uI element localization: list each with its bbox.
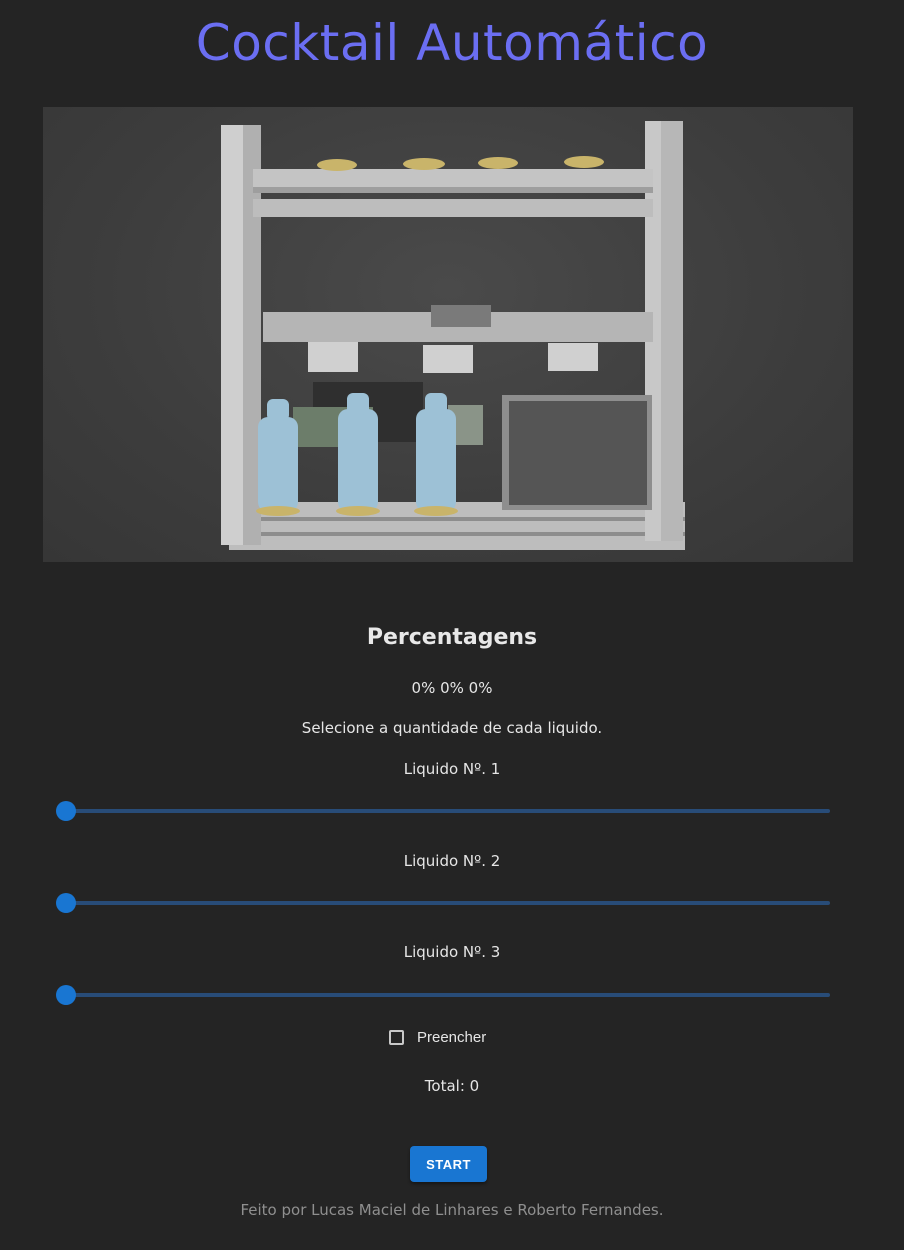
liquid-2-slider[interactable] xyxy=(56,893,830,913)
liquid-1-label: Liquido Nº. 1 xyxy=(403,760,501,778)
liquid-2-slider-thumb[interactable] xyxy=(56,893,76,913)
fill-option[interactable]: Preencher xyxy=(389,1027,486,1047)
fill-checkbox[interactable] xyxy=(389,1029,404,1045)
footer-credits: Feito por Lucas Maciel de Linhares e Rob… xyxy=(240,1201,664,1219)
instructions-text: Selecione a quantidade de cada liquido. xyxy=(301,719,603,737)
total-text: Total: 0 xyxy=(424,1077,480,1095)
percentages-summary: 0% 0% 0% xyxy=(411,679,493,697)
liquid-3-slider-thumb[interactable] xyxy=(56,985,76,1005)
start-button[interactable]: START xyxy=(410,1146,487,1182)
page-title: Cocktail Automático xyxy=(195,14,709,72)
liquid-2-label: Liquido Nº. 2 xyxy=(403,852,501,870)
liquid-3-label: Liquido Nº. 3 xyxy=(403,943,501,961)
percentages-heading: Percentagens xyxy=(366,625,538,650)
liquid-1-slider-thumb[interactable] xyxy=(56,801,76,821)
cocktail-machine-image xyxy=(43,107,853,562)
fill-checkbox-label: Preencher xyxy=(417,1028,487,1046)
liquid-1-slider[interactable] xyxy=(56,801,830,821)
liquid-3-slider[interactable] xyxy=(56,985,830,1005)
